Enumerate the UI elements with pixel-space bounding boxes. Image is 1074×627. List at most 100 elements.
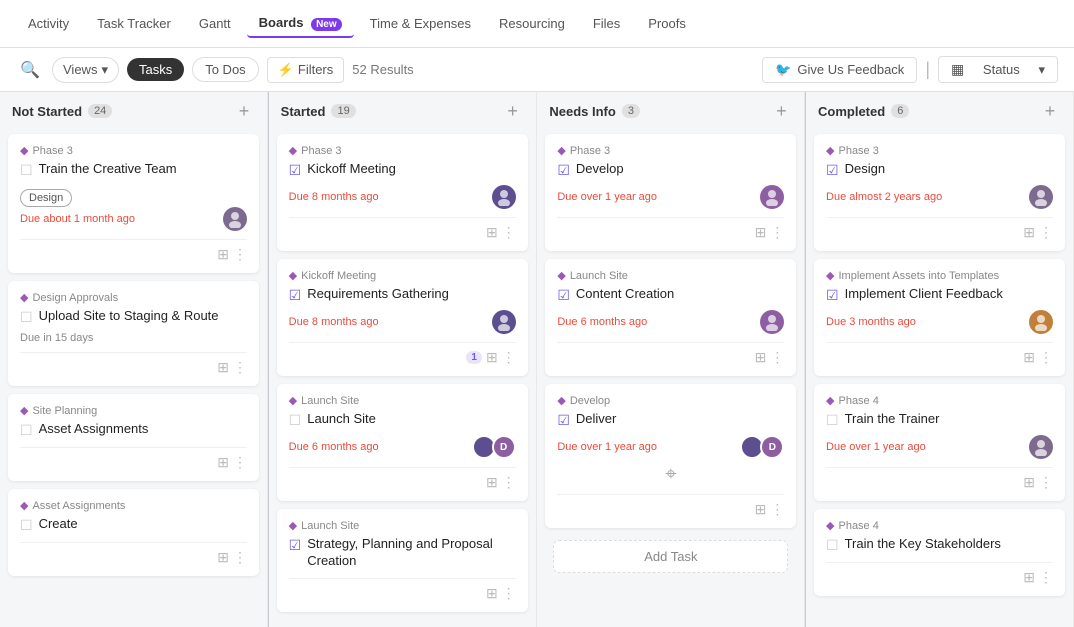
card-due-date: Due 8 months ago bbox=[289, 316, 379, 328]
card-more-icon[interactable]: ⋮ bbox=[233, 549, 247, 566]
card-phase: ◆Asset Assignments bbox=[20, 499, 247, 512]
card-grid-icon[interactable]: ⊞ bbox=[1023, 569, 1035, 586]
column-title: Needs Info bbox=[549, 104, 615, 119]
column-header: Completed 6 + bbox=[806, 92, 1073, 130]
task-checkbox[interactable]: ☐ bbox=[826, 412, 839, 429]
task-card[interactable]: ◆Design Approvals☐Upload Site to Staging… bbox=[8, 281, 259, 386]
task-card[interactable]: ◆Phase 3☑DesignDue almost 2 years ago⊞⋮ bbox=[814, 134, 1065, 251]
card-more-icon[interactable]: ⋮ bbox=[502, 224, 516, 241]
nav-proofs[interactable]: Proofs bbox=[636, 10, 698, 37]
card-more-icon[interactable]: ⋮ bbox=[233, 359, 247, 376]
task-card[interactable]: ◆Kickoff Meeting☑Requirements GatheringD… bbox=[277, 259, 528, 376]
card-more-icon[interactable]: ⋮ bbox=[1039, 569, 1053, 586]
search-button[interactable]: 🔍 bbox=[16, 56, 44, 84]
diamond-icon: ◆ bbox=[826, 144, 834, 157]
task-checkbox[interactable]: ☑ bbox=[289, 287, 302, 304]
task-card[interactable]: ◆Phase 3☑DevelopDue over 1 year ago⊞⋮ bbox=[545, 134, 796, 251]
nav-time-expenses[interactable]: Time & Expenses bbox=[358, 10, 483, 37]
task-card[interactable]: ◆Launch Site☑Content CreationDue 6 month… bbox=[545, 259, 796, 376]
avatar bbox=[760, 185, 784, 209]
card-grid-icon[interactable]: ⊞ bbox=[486, 349, 498, 366]
nav-resourcing[interactable]: Resourcing bbox=[487, 10, 577, 37]
task-card[interactable]: ◆Develop☑DeliverDue over 1 year agoD⌖⊞⋮ bbox=[545, 384, 796, 528]
filters-button[interactable]: ⚡ Filters bbox=[267, 57, 345, 83]
column-add-button[interactable]: + bbox=[1039, 100, 1061, 122]
card-grid-icon[interactable]: ⊞ bbox=[1023, 474, 1035, 491]
status-select[interactable]: ▦ Status ▾ bbox=[938, 56, 1058, 83]
task-checkbox[interactable]: ☐ bbox=[20, 309, 33, 326]
nav-gantt[interactable]: Gantt bbox=[187, 10, 243, 37]
add-task-button[interactable]: Add Task bbox=[553, 540, 788, 573]
task-checkbox[interactable]: ☑ bbox=[557, 287, 570, 304]
task-card[interactable]: ◆Phase 4☐Train the TrainerDue over 1 yea… bbox=[814, 384, 1065, 501]
task-card[interactable]: ◆Phase 3☐Train the Creative TeamDesignDu… bbox=[8, 134, 259, 273]
feedback-button[interactable]: 🐦 Give Us Feedback bbox=[762, 57, 917, 83]
card-due-date: Due almost 2 years ago bbox=[826, 191, 942, 203]
subtask-count-badge: 1 bbox=[466, 351, 482, 364]
task-checkbox[interactable]: ☑ bbox=[557, 412, 570, 429]
card-more-icon[interactable]: ⋮ bbox=[770, 349, 784, 366]
task-card[interactable]: ◆Phase 4☐Train the Key Stakeholders⊞⋮ bbox=[814, 509, 1065, 596]
task-checkbox[interactable]: ☐ bbox=[826, 537, 839, 554]
card-grid-icon[interactable]: ⊞ bbox=[1023, 349, 1035, 366]
card-grid-icon[interactable]: ⊞ bbox=[217, 549, 229, 566]
card-grid-icon[interactable]: ⊞ bbox=[755, 349, 767, 366]
task-checkbox[interactable]: ☐ bbox=[289, 412, 302, 429]
views-button[interactable]: Views ▾ bbox=[52, 57, 119, 83]
card-grid-icon[interactable]: ⊞ bbox=[217, 246, 229, 263]
card-grid-icon[interactable]: ⊞ bbox=[486, 224, 498, 241]
card-more-icon[interactable]: ⋮ bbox=[502, 349, 516, 366]
column-add-button[interactable]: + bbox=[233, 100, 255, 122]
nav-activity[interactable]: Activity bbox=[16, 10, 81, 37]
status-icon: ▦ bbox=[951, 61, 964, 78]
task-card[interactable]: ◆Implement Assets into Templates☑Impleme… bbox=[814, 259, 1065, 376]
task-card[interactable]: ◆Launch Site☐Launch SiteDue 6 months ago… bbox=[277, 384, 528, 501]
card-more-icon[interactable]: ⋮ bbox=[233, 246, 247, 263]
task-card[interactable]: ◆Site Planning☐Asset Assignments⊞⋮ bbox=[8, 394, 259, 481]
task-checkbox[interactable]: ☑ bbox=[826, 287, 839, 304]
toolbar-left: 🔍 Views ▾ Tasks To Dos ⚡ Filters 52 Resu… bbox=[16, 56, 754, 84]
task-checkbox[interactable]: ☑ bbox=[557, 162, 570, 179]
card-grid-icon[interactable]: ⊞ bbox=[486, 585, 498, 602]
task-title: Design bbox=[845, 161, 885, 178]
task-card[interactable]: ◆Phase 3☑Kickoff MeetingDue 8 months ago… bbox=[277, 134, 528, 251]
card-more-icon[interactable]: ⋮ bbox=[770, 501, 784, 518]
column-add-button[interactable]: + bbox=[770, 100, 792, 122]
task-checkbox[interactable]: ☑ bbox=[826, 162, 839, 179]
nav-task-tracker[interactable]: Task Tracker bbox=[85, 10, 183, 37]
card-more-icon[interactable]: ⋮ bbox=[1039, 474, 1053, 491]
card-more-icon[interactable]: ⋮ bbox=[1039, 224, 1053, 241]
todos-button[interactable]: To Dos bbox=[192, 57, 258, 82]
card-more-icon[interactable]: ⋮ bbox=[502, 474, 516, 491]
task-card[interactable]: ◆Asset Assignments ☐ Create ⊞⋮ bbox=[8, 489, 259, 576]
card-grid-icon[interactable]: ⊞ bbox=[217, 454, 229, 471]
column-scroll: ◆Phase 3☑Kickoff MeetingDue 8 months ago… bbox=[269, 130, 536, 627]
task-checkbox[interactable]: ☑ bbox=[289, 162, 302, 179]
nav-boards[interactable]: Boards New bbox=[247, 9, 354, 38]
task-checkbox[interactable]: ☐ bbox=[20, 162, 33, 179]
card-more-icon[interactable]: ⋮ bbox=[770, 224, 784, 241]
card-grid-icon[interactable]: ⊞ bbox=[217, 359, 229, 376]
card-footer: ⊞⋮ bbox=[557, 494, 784, 518]
task-title: Train the Key Stakeholders bbox=[845, 536, 1001, 553]
column-header: Not Started 24 + bbox=[0, 92, 267, 130]
card-grid-icon[interactable]: ⊞ bbox=[486, 474, 498, 491]
column-add-button[interactable]: + bbox=[502, 100, 524, 122]
card-grid-icon[interactable]: ⊞ bbox=[755, 501, 767, 518]
card-more-icon[interactable]: ⋮ bbox=[1039, 349, 1053, 366]
card-phase: ◆Phase 3 bbox=[20, 144, 247, 157]
card-grid-icon[interactable]: ⊞ bbox=[1023, 224, 1035, 241]
card-title-row: ☑Kickoff Meeting bbox=[289, 161, 516, 179]
task-title: Deliver bbox=[576, 411, 616, 428]
card-more-icon[interactable]: ⋮ bbox=[502, 585, 516, 602]
task-checkbox[interactable]: ☐ bbox=[20, 517, 33, 534]
tasks-button[interactable]: Tasks bbox=[127, 58, 184, 81]
card-grid-icon[interactable]: ⊞ bbox=[755, 224, 767, 241]
task-title: Create bbox=[39, 516, 78, 533]
nav-files[interactable]: Files bbox=[581, 10, 632, 37]
card-more-icon[interactable]: ⋮ bbox=[233, 454, 247, 471]
diamond-icon: ◆ bbox=[557, 269, 565, 282]
task-card[interactable]: ◆Launch Site☑Strategy, Planning and Prop… bbox=[277, 509, 528, 612]
task-checkbox[interactable]: ☐ bbox=[20, 422, 33, 439]
task-checkbox[interactable]: ☑ bbox=[289, 537, 302, 554]
